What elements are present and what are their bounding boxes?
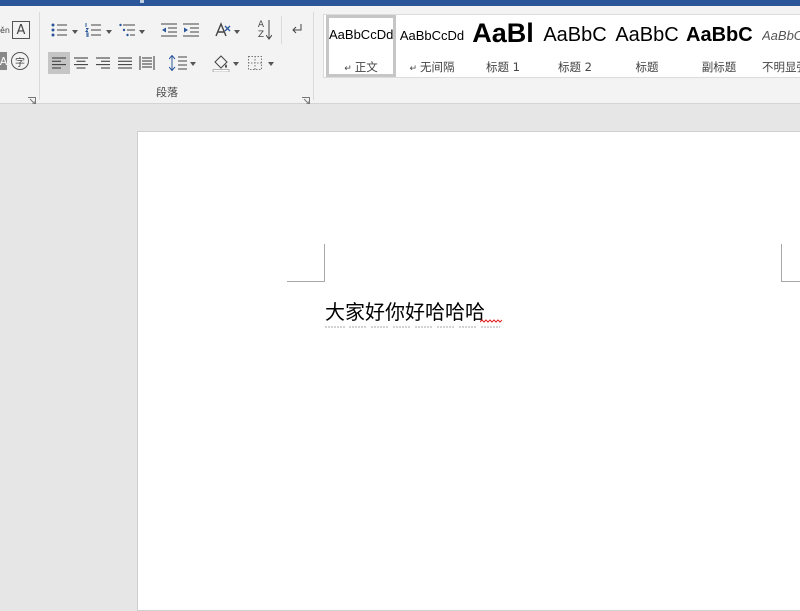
style-subtle-emphasis[interactable]: AaBbCcD 不明显强调 — [758, 15, 800, 77]
borders-icon[interactable] — [245, 52, 265, 74]
multilevel-list-icon[interactable] — [118, 21, 136, 39]
title-bar-mark — [140, 0, 144, 3]
font-dialog-launcher-icon[interactable] — [28, 90, 36, 105]
paragraph-mark-icon: ↵ — [409, 64, 418, 74]
asian-layout-dropdown-icon[interactable] — [234, 30, 240, 34]
ribbon: ěn A A 字 A Z 段落 AaBbCcDd ↵ 正文 AaBbCcDd ↵… — [0, 6, 800, 105]
shading-dropdown-icon[interactable] — [233, 62, 239, 66]
distributed-align-icon[interactable] — [136, 52, 158, 74]
style-sample: AaBbCcDd — [399, 29, 465, 43]
line-spacing-icon[interactable] — [168, 52, 188, 74]
style-normal[interactable]: AaBbCcDd ↵ 正文 — [326, 15, 396, 77]
margin-corner-mark-right — [781, 244, 800, 282]
justify-icon[interactable] — [114, 52, 136, 74]
style-sample: AaBbCcDd — [329, 28, 393, 42]
numbering-icon[interactable] — [84, 21, 102, 39]
style-sample: AaBbC — [615, 24, 679, 46]
increase-indent-icon[interactable] — [182, 21, 200, 39]
margin-corner-mark-left — [287, 244, 325, 282]
style-name: 标题 — [635, 60, 659, 74]
group-separator — [281, 16, 282, 44]
align-left-icon[interactable] — [48, 52, 70, 74]
shading-icon[interactable] — [211, 52, 231, 74]
style-subtitle[interactable]: AaBbC 副标题 — [686, 15, 752, 77]
paragraph-group-label: 段落 — [156, 86, 178, 99]
multilevel-list-dropdown-icon[interactable] — [139, 30, 145, 34]
asian-layout-icon[interactable] — [213, 20, 233, 40]
style-sample: AaBbCcD — [762, 29, 800, 43]
document-page[interactable] — [137, 131, 800, 611]
enclose-characters-icon[interactable]: 字 — [11, 52, 29, 70]
style-name: ↵ 正文 — [329, 59, 393, 74]
style-name: 标题 2 — [558, 60, 592, 74]
bullets-icon[interactable] — [50, 21, 68, 39]
phonetic-guide-ghost-text — [325, 326, 500, 328]
sort-glyph-bottom: Z — [257, 30, 265, 40]
line-spacing-dropdown-icon[interactable] — [190, 62, 196, 66]
center-align-icon[interactable] — [70, 52, 92, 74]
phonetic-guide-icon[interactable]: ěn — [0, 20, 10, 42]
style-sample: AaBbC — [543, 24, 607, 46]
style-name: 标题 1 — [486, 60, 520, 74]
character-shading-glyph: A — [0, 54, 7, 68]
decrease-indent-icon[interactable] — [160, 21, 178, 39]
borders-dropdown-icon[interactable] — [268, 62, 274, 66]
paragraph-dialog-launcher-icon[interactable] — [302, 90, 310, 105]
align-right-icon[interactable] — [92, 52, 114, 74]
enclose-characters-glyph: 字 — [15, 57, 25, 69]
character-border-glyph: A — [16, 22, 26, 38]
sort-icon[interactable]: A Z — [254, 19, 274, 41]
document-body-text[interactable]: 大家好你好哈哈哈 — [325, 296, 485, 325]
style-no-spacing[interactable]: AaBbCcDd ↵ 无间隔 — [398, 15, 466, 77]
numbering-dropdown-icon[interactable] — [106, 30, 112, 34]
style-sample: AaBbC — [686, 24, 752, 46]
style-sample: AaBl — [472, 19, 534, 48]
show-formatting-marks-icon[interactable] — [288, 21, 306, 39]
character-border-icon[interactable]: A — [12, 21, 30, 39]
style-heading-1[interactable]: AaBl 标题 1 — [470, 15, 536, 77]
group-separator — [39, 12, 40, 100]
style-name: 副标题 — [701, 60, 737, 74]
sort-glyph-top: A — [257, 20, 265, 30]
style-name-text: 正文 — [354, 60, 378, 74]
style-name: ↵ 无间隔 — [398, 59, 466, 75]
group-separator — [313, 12, 314, 100]
phonetic-guide-glyph: ěn — [0, 26, 10, 35]
styles-gallery: AaBbCcDd ↵ 正文 AaBbCcDd ↵ 无间隔 AaBl 标题 1 AaB… — [323, 14, 800, 78]
style-heading-2[interactable]: AaBbC 标题 2 — [542, 15, 608, 77]
paragraph-mark-icon: ↵ — [344, 64, 352, 74]
style-name-text: 无间隔 — [420, 60, 455, 74]
spelling-error-underline — [480, 319, 502, 323]
bullets-dropdown-icon[interactable] — [72, 30, 78, 34]
style-title[interactable]: AaBbC 标题 — [614, 15, 680, 77]
style-name: 不明显强调 — [762, 60, 800, 74]
character-shading-icon[interactable]: A — [0, 52, 7, 70]
